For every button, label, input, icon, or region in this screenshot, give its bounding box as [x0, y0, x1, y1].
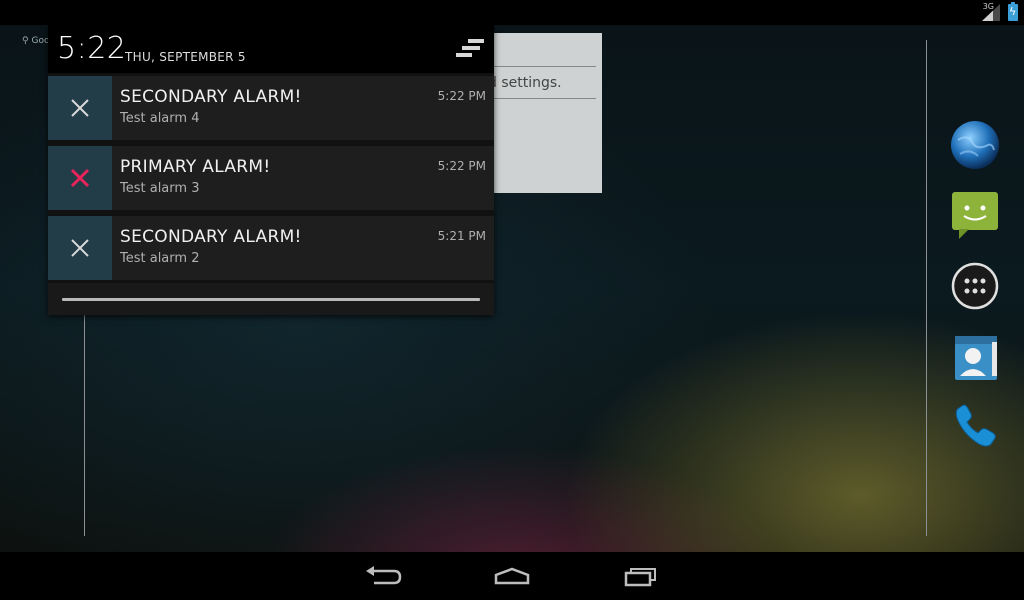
browser-icon[interactable]: [946, 116, 1004, 174]
clock[interactable]: 5:22: [57, 31, 126, 66]
notification-icon-tile: [48, 76, 112, 140]
search-icon: ⚲: [22, 36, 29, 46]
notification-item[interactable]: SECONDARY ALARM! Test alarm 4 5:22 PM: [48, 76, 494, 140]
search-hint[interactable]: ⚲ Goo: [22, 36, 49, 46]
messaging-icon[interactable]: [946, 186, 1004, 244]
phone-icon[interactable]: [946, 397, 1004, 455]
page-indicator-right: [926, 40, 927, 536]
notification-icon-tile: [48, 146, 112, 210]
status-bar: 3G ϟ: [0, 0, 1024, 25]
signal-icon: [982, 4, 1000, 21]
notification-title: PRIMARY ALARM!: [120, 157, 271, 177]
notification-text: Test alarm 2: [120, 251, 200, 266]
close-icon: [71, 99, 89, 117]
notification-title: SECONDARY ALARM!: [120, 227, 302, 247]
page-indicator-left: [84, 290, 85, 536]
notification-item[interactable]: SECONDARY ALARM! Test alarm 2 5:21 PM: [48, 216, 494, 280]
notification-title: SECONDARY ALARM!: [120, 87, 302, 107]
notification-item[interactable]: PRIMARY ALARM! Test alarm 3 5:22 PM: [48, 146, 494, 210]
notification-shade: 5:22 THU, SEPTEMBER 5 SECONDARY ALARM! T…: [48, 25, 494, 315]
battery-charging-icon: ϟ: [1008, 2, 1018, 21]
navigation-bar: [0, 552, 1024, 600]
notification-icon-tile: [48, 216, 112, 280]
notification-time: 5:21 PM: [437, 229, 486, 243]
shade-footer: [48, 283, 494, 315]
contacts-icon[interactable]: [946, 328, 1004, 386]
recent-apps-icon[interactable]: [612, 560, 668, 592]
notification-time: 5:22 PM: [437, 89, 486, 103]
close-icon: [71, 239, 89, 257]
close-icon: [70, 168, 90, 188]
app-drawer-icon[interactable]: [946, 257, 1004, 315]
notification-text: Test alarm 3: [120, 181, 200, 196]
home-icon[interactable]: [484, 560, 540, 592]
shade-header: 5:22 THU, SEPTEMBER 5: [48, 25, 494, 73]
dialog-text: d settings.: [488, 75, 562, 91]
clear-all-icon[interactable]: [454, 37, 486, 61]
notification-text: Test alarm 4: [120, 111, 200, 126]
date: THU, SEPTEMBER 5: [125, 50, 246, 64]
shade-drag-handle[interactable]: [62, 298, 480, 301]
notification-time: 5:22 PM: [437, 159, 486, 173]
back-icon[interactable]: [356, 560, 412, 592]
